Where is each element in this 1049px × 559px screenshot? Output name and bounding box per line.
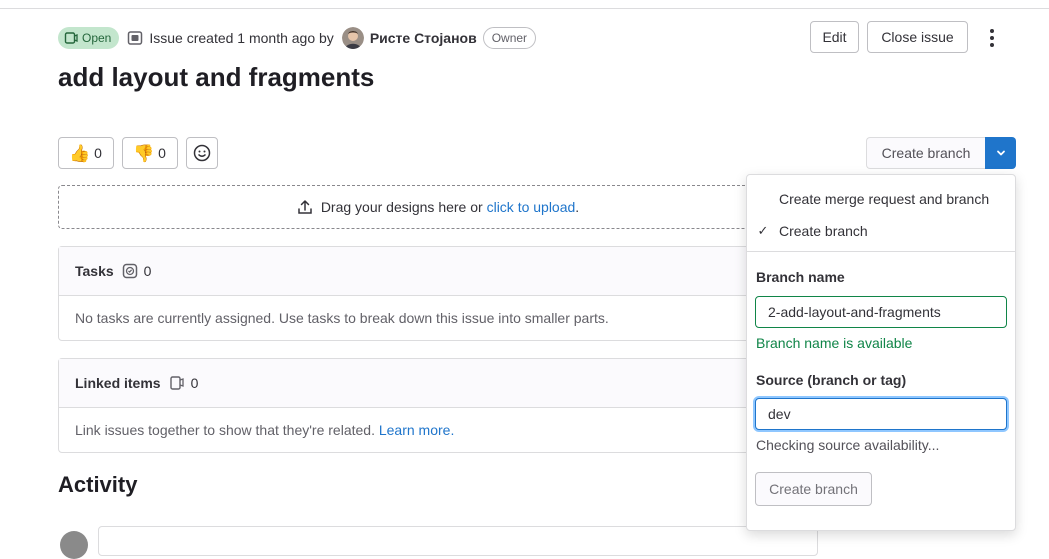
thumbs-up-count: 0 bbox=[94, 145, 102, 161]
issue-meta: Open Issue created 1 month ago by Ристе … bbox=[58, 26, 537, 50]
linked-items-header: Linked items 0 bbox=[59, 359, 817, 408]
source-input[interactable] bbox=[755, 398, 1007, 430]
created-text: Issue created 1 month ago by bbox=[149, 30, 334, 46]
branch-name-label: Branch name bbox=[756, 269, 845, 285]
status-label: Open bbox=[82, 31, 112, 45]
learn-more-link[interactable]: Learn more. bbox=[379, 422, 454, 438]
activity-heading: Activity bbox=[58, 472, 138, 497]
issues-icon bbox=[169, 376, 184, 390]
design-dropzone[interactable]: Drag your designs here or click to uploa… bbox=[58, 185, 818, 229]
chevron-down-icon bbox=[996, 150, 1005, 156]
smiley-icon bbox=[193, 144, 211, 162]
edit-button[interactable]: Edit bbox=[810, 21, 859, 53]
create-branch-toggle[interactable] bbox=[985, 137, 1016, 169]
tasks-card: Tasks 0 No tasks are currently assigned.… bbox=[58, 246, 818, 341]
issue-open-icon bbox=[64, 32, 78, 44]
top-divider bbox=[0, 8, 1049, 9]
thumbs-down-icon: 👎 bbox=[133, 143, 155, 163]
thumbs-down-count: 0 bbox=[158, 145, 166, 161]
branch-available-text: Branch name is available bbox=[756, 335, 913, 351]
option-check-icon: ✓ bbox=[757, 223, 769, 238]
thumbs-down-button[interactable]: 👎 0 bbox=[122, 137, 178, 169]
linked-items-count: 0 bbox=[190, 375, 199, 391]
linked-items-card: Linked items 0 Link issues together to s… bbox=[58, 358, 818, 453]
branch-name-input[interactable] bbox=[755, 296, 1007, 328]
owner-badge: Owner bbox=[482, 27, 537, 49]
tasks-count: 0 bbox=[143, 263, 152, 279]
comment-avatar bbox=[60, 531, 88, 559]
create-branch-dropdown: Create merge request and branch ✓ Create… bbox=[746, 174, 1016, 531]
upload-link[interactable]: click to upload bbox=[487, 199, 576, 215]
dropdown-divider bbox=[747, 251, 1015, 252]
status-badge: Open bbox=[58, 27, 120, 49]
author-avatar[interactable] bbox=[341, 27, 364, 49]
source-status-text: Checking source availability... bbox=[756, 437, 940, 453]
linked-items-title: Linked items bbox=[75, 375, 161, 391]
author-link[interactable]: Ристе Стојанов bbox=[370, 30, 477, 46]
create-branch-submit-button[interactable]: Create branch bbox=[755, 472, 872, 506]
issue-type-icon bbox=[128, 31, 143, 45]
issue-title: add layout and fragments bbox=[58, 62, 375, 92]
upload-icon bbox=[298, 200, 312, 214]
comment-box[interactable] bbox=[98, 526, 818, 556]
source-label: Source (branch or tag) bbox=[756, 372, 907, 388]
linked-items-empty: Link issues together to show that they'r… bbox=[59, 408, 817, 452]
option-label: Create merge request and branch bbox=[779, 191, 990, 207]
thumbs-up-icon: 👍 bbox=[69, 143, 91, 163]
option-label: Create branch bbox=[779, 223, 868, 239]
close-issue-button[interactable]: Close issue bbox=[867, 21, 968, 53]
tasks-header: Tasks 0 bbox=[59, 247, 817, 296]
more-actions-icon[interactable] bbox=[982, 26, 1002, 50]
dropzone-text: Drag your designs here or bbox=[320, 199, 483, 215]
tasks-empty-text: No tasks are currently assigned. Use tas… bbox=[75, 310, 609, 326]
tasks-title: Tasks bbox=[75, 263, 114, 279]
option-create-mr-and-branch[interactable]: Create merge request and branch bbox=[747, 183, 1015, 215]
option-create-branch[interactable]: ✓ Create branch bbox=[747, 215, 1015, 247]
dropzone-suffix: . bbox=[575, 199, 580, 215]
add-reaction-button[interactable] bbox=[186, 137, 218, 169]
task-done-icon bbox=[122, 263, 137, 279]
linked-items-empty-text: Link issues together to show that they'r… bbox=[75, 422, 375, 438]
thumbs-up-button[interactable]: 👍 0 bbox=[58, 137, 114, 169]
create-branch-button[interactable]: Create branch bbox=[866, 137, 985, 169]
